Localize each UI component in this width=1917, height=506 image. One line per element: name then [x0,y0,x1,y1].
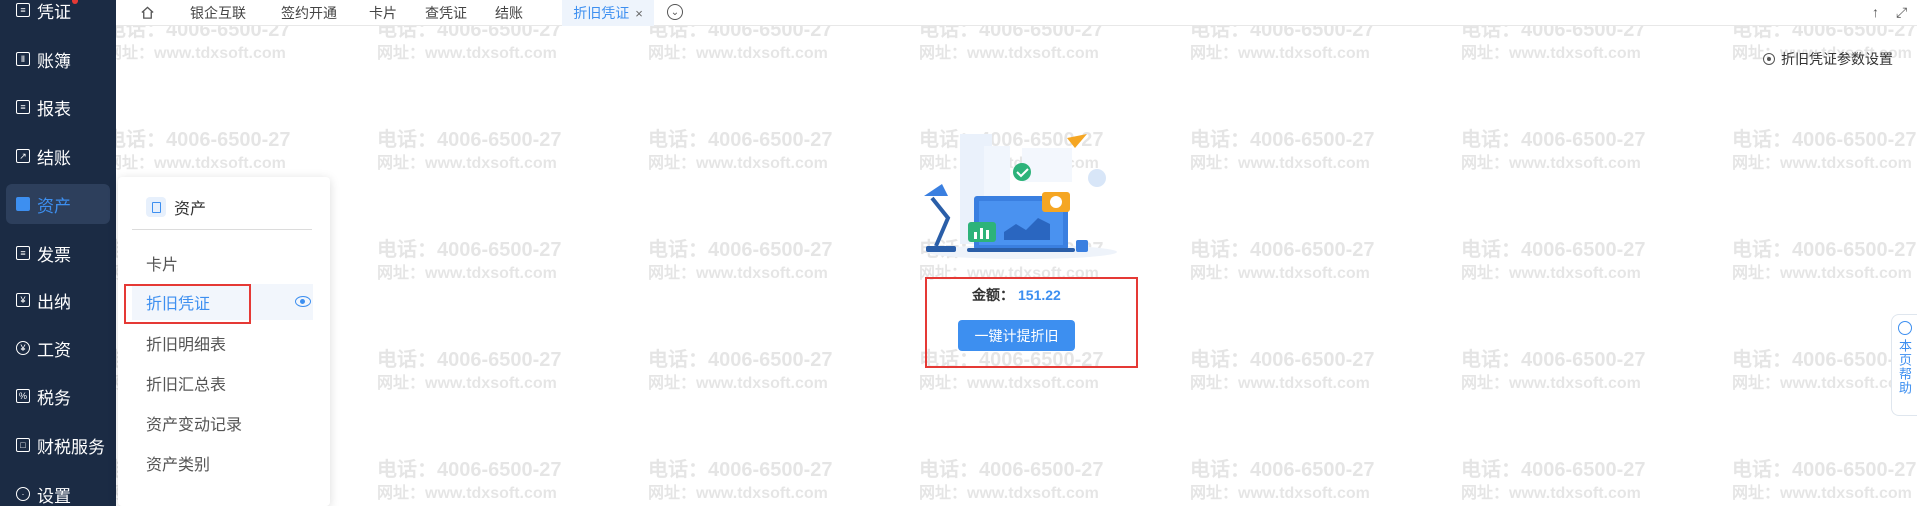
watermark-text: 电话：4006-6500-27网址：www.tdxsoft.com [377,129,562,172]
sidebar-item-asset[interactable]: 资产 [6,184,110,224]
tax-icon: % [16,389,30,403]
sidebar-item-tax[interactable]: % 税务 [6,376,110,416]
sidebar-item-settings[interactable]: · 设置 [6,474,110,506]
watermark-text: 电话：4006-6500-27网址：www.tdxsoft.com [648,129,833,172]
sidebar-item-label: 发票 [37,245,71,265]
submenu-item-depreciation-detail[interactable]: 折旧明细表 [132,325,313,361]
amount-label: 金额： [972,287,1014,303]
submenu-header: 资产 [146,195,206,219]
sidebar-item-label: 出纳 [37,292,71,312]
sidebar-item-invoice[interactable]: ≡ 发票 [6,233,110,273]
arrow-up-icon[interactable]: ↑ [1872,4,1879,20]
empty-state-illustration [924,134,1117,259]
watermark-text: 电话：4006-6500-27网址：www.tdxsoft.com [1461,349,1646,392]
watermark-text: 电话：4006-6500-27网址：www.tdxsoft.com [377,26,562,62]
sidebar-item-closing[interactable]: ↗ 结账 [6,136,110,176]
settings-icon: · [16,487,30,501]
sidebar-item-label: 凭证 [37,2,71,22]
amount-display: 金额： 151.22 [972,285,1061,305]
sidebar-item-salary[interactable]: ¥ 工资 [6,328,110,368]
home-icon[interactable] [140,5,155,20]
calculate-depreciation-button[interactable]: 一键计提折旧 [958,320,1075,351]
salary-icon: ¥ [16,341,30,355]
tab-card[interactable]: 卡片 [360,0,406,26]
tab-contract-open[interactable]: 签约开通 [266,0,352,26]
watermark-text: 电话：4006-6500-27网址：www.tdxsoft.com [1461,459,1646,502]
lightbulb-icon [1897,321,1912,335]
watermark-text: 电话：4006-6500-27网址：www.tdxsoft.com [377,459,562,502]
watermark-text: 电话：4006-6500-27网址：www.tdxsoft.com [648,459,833,502]
sidebar-item-label: 账簿 [37,51,71,71]
watermark-text: 电话：4006-6500-27网址：www.tdxsoft.com [648,26,833,62]
page-help-tab[interactable]: 本页帮助 [1891,314,1917,416]
watermark-text: 电话：4006-6500-27网址：www.tdxsoft.com [648,349,833,392]
sidebar-item-label: 资产 [37,196,71,216]
watermark-text: 电话：4006-6500-27网址：www.tdxsoft.com [116,26,291,62]
cashier-icon: ¥ [16,293,30,307]
watermark-text: 电话：4006-6500-27网址：www.tdxsoft.com [1190,459,1375,502]
invoice-icon: ≡ [16,246,30,260]
voucher-icon: ≡ [16,3,30,17]
watermark-text: 电话：4006-6500-27网址：www.tdxsoft.com [1190,349,1375,392]
tab-closing[interactable]: 结账 [486,0,532,26]
sidebar-item-label: 税务 [37,388,71,408]
watermark-text: 电话：4006-6500-27网址：www.tdxsoft.com [919,459,1104,502]
divider [132,229,312,230]
watermark-layer: 电话：4006-6500-27 网址：www.tdxsoft.com 电话：4006… [116,26,1917,506]
sidebar-item-report[interactable]: ≡ 报表 [6,87,110,127]
submenu-item-card[interactable]: 卡片 [132,245,313,281]
sidebar-item-voucher[interactable]: ≡ 凭证 [6,0,110,30]
submenu-item-depreciation-summary[interactable]: 折旧汇总表 [132,365,313,401]
expand-icon[interactable]: ⤢ [1896,4,1907,21]
watermark-text: 电话：4006-6500-27网址：www.tdxsoft.com [1732,459,1917,502]
sidebar-item-label: 设置 [37,486,71,506]
sidebar-item-label: 工资 [37,340,71,360]
watermark-text: 电话：4006-6500-27网址：www.tdxsoft.com [1732,239,1917,282]
watermark-text: 电话：4006-6500-27网址：www.tdxsoft.com [377,349,562,392]
finance-service-icon: □ [16,438,30,452]
chevron-down-icon[interactable]: ⌄ [667,4,683,20]
sidebar-item-label: 财税服务 [37,437,105,457]
sidebar-item-finance-service[interactable]: □ 财税服务 [6,425,110,465]
sidebar-item-label: 报表 [37,99,71,119]
watermark-text: 电话：4006-6500-27网址：www.tdxsoft.com [1732,129,1917,172]
tab-bank-link[interactable]: 银企互联 [176,0,260,26]
asset-icon [16,197,30,211]
sidebar-item-cashier[interactable]: ¥ 出纳 [6,280,110,320]
watermark-text: 电话：4006-6500-27网址：www.tdxsoft.com [919,26,1104,62]
tab-bar: 银企互联 签约开通 卡片 查凭证 结账 折旧凭证 × ⌄ ↑ ⤢ [116,0,1917,26]
asset-submenu: 资产 卡片 折旧凭证 折旧明细表 折旧汇总表 资产变动记录 资产类别 [118,177,330,506]
tab-query-voucher[interactable]: 查凭证 [414,0,478,26]
ledger-icon: Ⅱ [16,52,30,66]
watermark-text: 电话：4006-6500-27网址：www.tdxsoft.com [919,349,1104,392]
watermark-text: 电话：4006-6500-27网址：www.tdxsoft.com [648,239,833,282]
watermark-text: 电话：4006-6500-27网址：www.tdxsoft.com [1461,129,1646,172]
asset-icon [146,197,166,217]
gear-icon [1763,53,1775,65]
watermark-text: 电话：4006-6500-27网址：www.tdxsoft.com [1190,26,1375,62]
watermark-text: 电话：4006-6500-27网址：www.tdxsoft.com [1461,239,1646,282]
watermark-text: 电话：4006-6500-27网址：www.tdxsoft.com [1732,349,1917,392]
closing-icon: ↗ [16,149,30,163]
depreciation-settings-link[interactable]: 折旧凭证参数设置 [1763,49,1893,69]
watermark-text: 电话：4006-6500-27网址：www.tdxsoft.com [1190,129,1375,172]
submenu-item-depreciation-voucher[interactable]: 折旧凭证 [132,284,313,320]
sidebar: ≡ 凭证 Ⅱ 账簿 ≡ 报表 ↗ 结账 资产 ≡ 发票 ¥ 出纳 ¥ 工资 % 税务 □ 财税服务… [0,0,116,506]
tab-depreciation-voucher[interactable]: 折旧凭证 × [562,0,654,26]
watermark-text: 电话：4006-6500-27网址：www.tdxsoft.com [1190,239,1375,282]
sidebar-item-label: 结账 [37,148,71,168]
close-icon[interactable]: × [635,6,643,21]
submenu-item-asset-change-log[interactable]: 资产变动记录 [132,405,313,441]
submenu-item-asset-category[interactable]: 资产类别 [132,445,313,481]
report-icon: ≡ [16,100,30,114]
watermark-text: 电话：4006-6500-27网址：www.tdxsoft.com [116,129,291,172]
sidebar-item-ledger[interactable]: Ⅱ 账簿 [6,39,110,79]
amount-value: 151.22 [1018,287,1061,303]
watermark-text: 电话：4006-6500-27网址：www.tdxsoft.com [377,239,562,282]
eye-icon[interactable] [295,296,311,307]
watermark-text: 电话：4006-6500-27网址：www.tdxsoft.com [1461,26,1646,62]
